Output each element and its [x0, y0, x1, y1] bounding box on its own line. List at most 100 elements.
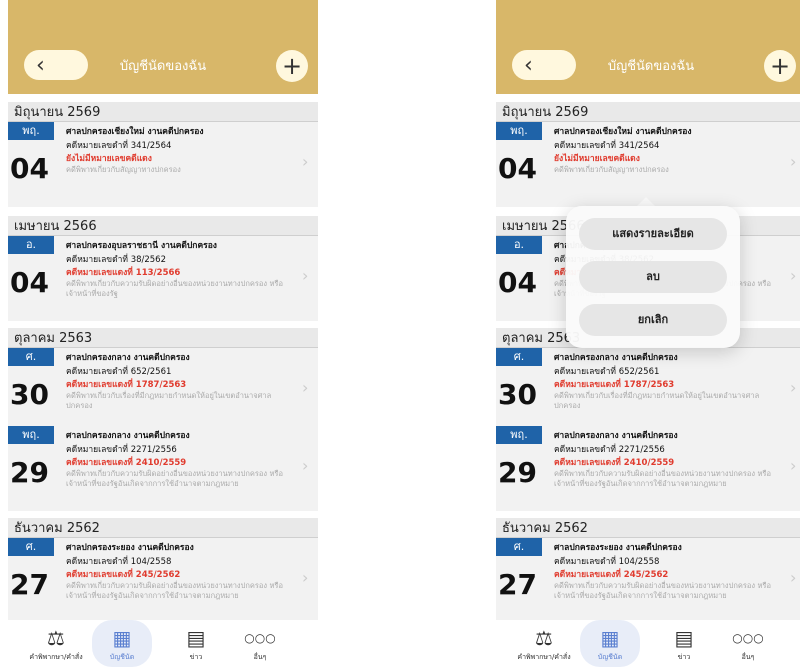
weekday-badge: ศ.	[8, 348, 54, 366]
case-description: คดีพิพาทเกี่ยวกับเรื่องที่มีกฎหมายกำหนดใ…	[66, 391, 272, 410]
tab-news[interactable]: ▤ ข่าว	[166, 620, 226, 667]
red-case-number: คดีหมายเลขแดงที่ 245/2562	[554, 570, 669, 580]
weekday-badge: ศ.	[496, 538, 542, 556]
add-button[interactable]: +	[276, 50, 308, 82]
plus-icon: +	[281, 52, 303, 80]
day-number: 29	[498, 456, 537, 489]
day-number: 04	[10, 152, 49, 185]
black-case-number: คดีหมายเลขดำที่ 104/2558	[554, 557, 660, 567]
list-item[interactable]: พฤ. 29 ศาลปกครองกลาง งานคดีปกครอง คดีหมา…	[8, 426, 318, 511]
news-icon: ▤	[186, 626, 206, 650]
tab-label: ข่าว	[189, 653, 203, 661]
list-item[interactable]: พฤ. 04 ศาลปกครองเชียงใหม่ งานคดีปกครอง ค…	[496, 122, 800, 207]
month-header: ธันวาคม 2562	[8, 518, 318, 540]
tab-more[interactable]: ○○○ อื่นๆ	[718, 620, 778, 667]
cancel-button[interactable]: ยกเลิก	[579, 304, 727, 336]
day-number: 04	[10, 266, 49, 299]
month-header: ธันวาคม 2562	[496, 518, 800, 540]
case-description: คดีพิพาทเกี่ยวกับสัญญาทางปกครอง	[554, 165, 669, 174]
phone-screen-left: ‹ บัญชีนัดของฉัน + มิถุนายน 2569 พฤ. 04 …	[8, 0, 318, 667]
court-name: ศาลปกครองอุบลราชธานี งานคดีปกครอง	[66, 241, 217, 251]
court-name: ศาลปกครองเชียงใหม่ งานคดีปกครอง	[554, 127, 692, 137]
black-case-number: คดีหมายเลขดำที่ 104/2558	[66, 557, 172, 567]
chevron-right-icon: ›	[302, 266, 309, 285]
weekday-badge: อ.	[496, 236, 542, 254]
list-item[interactable]: ศ. 30 ศาลปกครองกลาง งานคดีปกครอง คดีหมาย…	[8, 348, 318, 433]
list-item[interactable]: ศ. 27 ศาลปกครองระยอง งานคดีปกครอง คดีหมา…	[496, 538, 800, 623]
header: ‹ บัญชีนัดของฉัน +	[8, 0, 318, 94]
tab-bar: ⚖ คำพิพากษา/คำสั่ง ▦ บัญชีนัด ▤ ข่าว ○○○…	[8, 620, 318, 667]
tab-label: คำพิพากษา/คำสั่ง	[29, 653, 83, 661]
court-name: ศาลปกครองระยอง งานคดีปกครอง	[554, 543, 682, 553]
month-header: เมษายน 2566	[8, 216, 318, 238]
court-name: ศาลปกครองระยอง งานคดีปกครอง	[66, 543, 194, 553]
list-item[interactable]: พฤ. 29 ศาลปกครองกลาง งานคดีปกครอง คดีหมา…	[496, 426, 800, 511]
weekday-badge: ศ.	[496, 348, 542, 366]
tab-label: อื่นๆ	[741, 653, 755, 661]
day-number: 04	[498, 266, 537, 299]
chevron-right-icon: ›	[302, 152, 309, 171]
more-icon: ○○○	[244, 631, 276, 645]
list-item[interactable]: อ. 04 ศาลปกครองอุบลราชธานี งานคดีปกครอง …	[8, 236, 318, 321]
chevron-right-icon: ›	[302, 456, 309, 475]
red-case-number: คดีหมายเลขแดงที่ 1787/2563	[554, 380, 675, 390]
day-number: 27	[498, 568, 537, 601]
tab-more[interactable]: ○○○ อื่นๆ	[230, 620, 290, 667]
news-icon: ▤	[674, 626, 694, 650]
tab-appointments[interactable]: ▦ บัญชีนัด	[92, 620, 152, 667]
chevron-right-icon: ›	[302, 378, 309, 397]
month-header: ตุลาคม 2563	[8, 328, 318, 350]
case-description: คดีพิพาทเกี่ยวกับสัญญาทางปกครอง	[66, 165, 181, 174]
show-details-button[interactable]: แสดงรายละเอียด	[579, 218, 727, 250]
weekday-badge: อ.	[8, 236, 54, 254]
court-name: ศาลปกครองกลาง งานคดีปกครอง	[554, 431, 678, 441]
red-case-number: คดีหมายเลขแดงที่ 1787/2563	[66, 380, 187, 390]
add-button[interactable]: +	[764, 50, 796, 82]
tab-news[interactable]: ▤ ข่าว	[654, 620, 714, 667]
calendar-icon: ▦	[600, 626, 620, 650]
tab-judgments[interactable]: ⚖ คำพิพากษา/คำสั่ง	[514, 620, 574, 667]
tab-label: คำพิพากษา/คำสั่ง	[517, 653, 571, 661]
tab-judgments[interactable]: ⚖ คำพิพากษา/คำสั่ง	[26, 620, 86, 667]
plus-icon: +	[769, 52, 791, 80]
black-case-number: คดีหมายเลขดำที่ 652/2561	[554, 367, 660, 377]
case-description: คดีพิพาทเกี่ยวกับความรับผิดอย่างอื่นของห…	[66, 469, 283, 488]
delete-button[interactable]: ลบ	[579, 261, 727, 293]
tab-appointments[interactable]: ▦ บัญชีนัด	[580, 620, 640, 667]
case-description: คดีพิพาทเกี่ยวกับเรื่องที่มีกฎหมายกำหนดใ…	[554, 391, 760, 410]
list-item[interactable]: พฤ. 04 ศาลปกครองเชียงใหม่ งานคดีปกครอง ค…	[8, 122, 318, 207]
list-item[interactable]: ศ. 30 ศาลปกครองกลาง งานคดีปกครอง คดีหมาย…	[496, 348, 800, 433]
black-case-number: คดีหมายเลขดำที่ 38/2562	[66, 255, 166, 265]
appointment-list: มิถุนายน 2569 พฤ. 04 ศาลปกครองเชียงใหม่ …	[496, 98, 800, 623]
tab-label: บัญชีนัด	[597, 653, 623, 661]
day-number: 27	[10, 568, 49, 601]
weekday-badge: ศ.	[8, 538, 54, 556]
chevron-right-icon: ›	[790, 152, 797, 171]
day-number: 29	[10, 456, 49, 489]
chevron-right-icon: ›	[790, 266, 797, 285]
court-name: ศาลปกครองกลาง งานคดีปกครอง	[66, 353, 190, 363]
black-case-number: คดีหมายเลขดำที่ 341/2564	[66, 141, 172, 151]
day-number: 04	[498, 152, 537, 185]
chevron-right-icon: ›	[790, 456, 797, 475]
appointment-list: มิถุนายน 2569 พฤ. 04 ศาลปกครองเชียงใหม่ …	[8, 98, 318, 623]
case-description: คดีพิพาทเกี่ยวกับความรับผิดอย่างอื่นของห…	[554, 469, 771, 488]
case-description: คดีพิพาทเกี่ยวกับความรับผิดอย่างอื่นของห…	[554, 581, 771, 600]
day-number: 30	[498, 378, 537, 411]
list-item[interactable]: ศ. 27 ศาลปกครองระยอง งานคดีปกครอง คดีหมา…	[8, 538, 318, 623]
chevron-right-icon: ›	[302, 568, 309, 587]
red-case-number: คดีหมายเลขแดงที่ 2410/2559	[554, 458, 675, 468]
tab-label: อื่นๆ	[253, 653, 267, 661]
day-number: 30	[10, 378, 49, 411]
page-title: บัญชีนัดของฉัน	[607, 59, 695, 74]
weekday-badge: พฤ.	[8, 426, 54, 444]
weekday-badge: พฤ.	[496, 426, 542, 444]
case-description: คดีพิพาทเกี่ยวกับความรับผิดอย่างอื่นของห…	[66, 581, 283, 600]
header: ‹ บัญชีนัดของฉัน +	[496, 0, 800, 94]
weekday-badge: พฤ.	[8, 122, 54, 140]
month-header: มิถุนายน 2569	[8, 102, 318, 124]
red-case-number: คดีหมายเลขแดงที่ 2410/2559	[66, 458, 187, 468]
red-case-number: คดีหมายเลขแดงที่ 113/2566	[66, 268, 181, 278]
month-header: มิถุนายน 2569	[496, 102, 800, 124]
court-name: ศาลปกครองกลาง งานคดีปกครอง	[66, 431, 190, 441]
